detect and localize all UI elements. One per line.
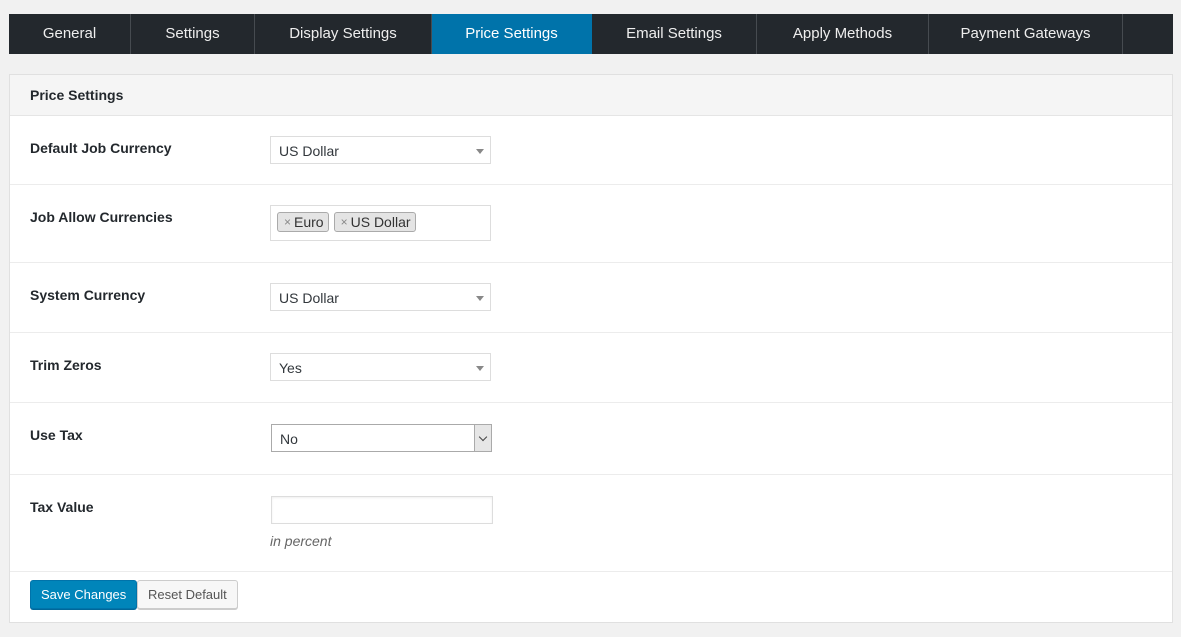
row-tax-value: Tax Value in percent — [10, 475, 1172, 572]
default-job-currency-value: US Dollar — [279, 143, 339, 159]
remove-chip-icon[interactable]: × — [284, 213, 291, 232]
row-default-job-currency: Default Job Currency US Dollar — [10, 116, 1172, 185]
trim-zeros-value: Yes — [279, 360, 302, 376]
currency-chip-us-dollar: × US Dollar — [333, 212, 416, 232]
row-system-currency: System Currency US Dollar — [10, 263, 1172, 333]
tab-payment-gateways[interactable]: Payment Gateways — [929, 14, 1123, 54]
default-job-currency-select[interactable]: US Dollar — [270, 136, 491, 164]
tab-settings[interactable]: Settings — [131, 14, 255, 54]
trim-zeros-select[interactable]: Yes — [270, 353, 491, 381]
dropdown-arrow-icon — [476, 366, 484, 371]
row-job-allow-currencies: Job Allow Currencies × Euro × US Dollar — [10, 185, 1172, 263]
use-tax-label: Use Tax — [30, 427, 83, 443]
dropdown-arrow-icon — [476, 149, 484, 154]
tax-value-hint: in percent — [270, 533, 332, 549]
trim-zeros-label: Trim Zeros — [30, 357, 102, 373]
tab-display-settings[interactable]: Display Settings — [255, 14, 432, 54]
default-job-currency-label: Default Job Currency — [30, 140, 172, 156]
row-trim-zeros: Trim Zeros Yes — [10, 333, 1172, 403]
settings-tab-bar: General Settings Display Settings Price … — [9, 14, 1173, 54]
use-tax-select[interactable]: No — [271, 424, 492, 452]
tab-price-settings[interactable]: Price Settings — [432, 14, 592, 54]
panel-title: Price Settings — [10, 75, 1172, 116]
price-settings-panel: Price Settings Default Job Currency US D… — [9, 74, 1173, 623]
tab-general[interactable]: General — [9, 14, 131, 54]
system-currency-label: System Currency — [30, 287, 146, 303]
currency-chip-euro: × Euro — [277, 212, 329, 232]
use-tax-value: No — [280, 431, 298, 447]
tax-value-input[interactable] — [271, 496, 493, 524]
reset-default-button[interactable]: Reset Default — [137, 580, 238, 609]
tab-email-settings[interactable]: Email Settings — [592, 14, 757, 54]
chevron-down-icon[interactable] — [474, 425, 491, 451]
save-changes-button[interactable]: Save Changes — [30, 580, 138, 609]
tab-apply-methods[interactable]: Apply Methods — [757, 14, 929, 54]
remove-chip-icon[interactable]: × — [341, 213, 348, 232]
job-allow-currencies-label: Job Allow Currencies — [30, 209, 173, 225]
job-allow-currencies-multiselect[interactable]: × Euro × US Dollar — [270, 205, 491, 241]
chip-label: Euro — [294, 213, 324, 230]
chip-label: US Dollar — [350, 213, 411, 230]
system-currency-value: US Dollar — [279, 290, 339, 306]
system-currency-select[interactable]: US Dollar — [270, 283, 491, 311]
dropdown-arrow-icon — [476, 296, 484, 301]
row-use-tax: Use Tax No — [10, 403, 1172, 475]
tax-value-label: Tax Value — [30, 499, 94, 515]
